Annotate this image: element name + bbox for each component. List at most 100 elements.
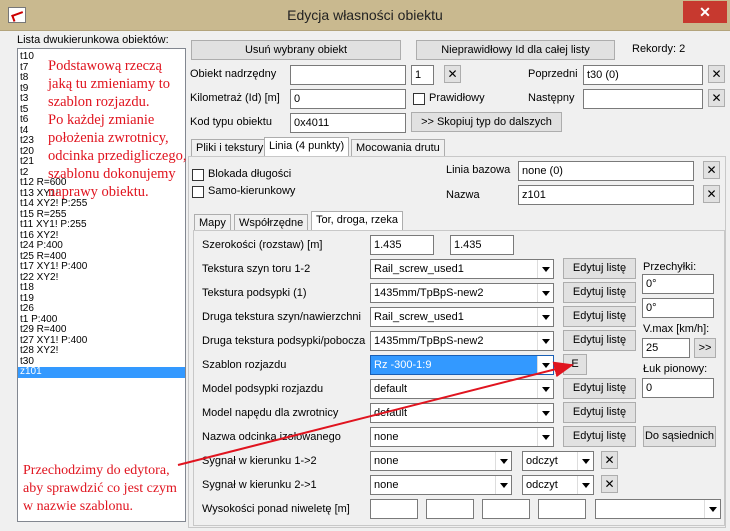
tab-files[interactable]: Pliki i tekstury bbox=[191, 139, 269, 156]
signal-12-select[interactable]: none bbox=[370, 451, 512, 471]
signal-12-read-select[interactable]: odczyt bbox=[522, 451, 594, 471]
parent-label: Obiekt nadrzędny bbox=[190, 68, 277, 80]
parent-input[interactable] bbox=[290, 65, 406, 85]
vmax-label: V.max [km/h]: bbox=[643, 323, 710, 335]
copy-type-button[interactable]: >> Skopiuj typ do dalszych bbox=[411, 112, 562, 132]
signal-12-read-value: odczyt bbox=[526, 455, 558, 467]
height-input-3[interactable] bbox=[482, 499, 530, 519]
chevron-down-icon bbox=[577, 452, 593, 470]
list-item[interactable]: t18 bbox=[18, 282, 185, 294]
rail-texture-value: Rail_screw_used1 bbox=[374, 263, 464, 275]
chevron-down-icon bbox=[537, 308, 553, 326]
edit-list-button-4[interactable]: Edytuj listę bbox=[563, 330, 636, 351]
block-length-checkbox[interactable] bbox=[192, 169, 204, 181]
tab-coords[interactable]: Współrzędne bbox=[234, 214, 309, 231]
switch-drive-model-label: Model napędu dla zwrotnicy bbox=[202, 407, 339, 419]
correct-checkbox[interactable] bbox=[413, 93, 425, 105]
block-length-label: Blokada długości bbox=[208, 168, 292, 180]
type-input[interactable]: 0x4011 bbox=[290, 113, 406, 133]
self-direction-checkbox[interactable] bbox=[192, 186, 204, 198]
tab-wire[interactable]: Mocowania drutu bbox=[351, 139, 445, 156]
ballast-texture-select[interactable]: 1435mm/TpBpS-new2 bbox=[370, 283, 554, 303]
prev-clear-button[interactable]: ✕ bbox=[708, 65, 725, 83]
list-item[interactable]: t19 bbox=[18, 293, 185, 305]
heights-label: Wysokości ponad niweletę [m] bbox=[202, 503, 350, 515]
signal-21-value: none bbox=[374, 479, 399, 491]
edit-list-button-5[interactable]: Edytuj listę bbox=[563, 378, 636, 399]
list-item[interactable]: t11 XY1! P:255 bbox=[18, 219, 185, 231]
records-count: Rekordy: 2 bbox=[632, 43, 686, 55]
edit-list-button-7[interactable]: Edytuj listę bbox=[563, 426, 636, 447]
switch-drive-model-select[interactable]: default bbox=[370, 403, 554, 423]
ballast-texture2-value: 1435mm/TpBpS-new2 bbox=[374, 335, 484, 347]
switch-ballast-model-label: Model podsypki rozjazdu bbox=[202, 383, 324, 395]
list-item[interactable]: z101 bbox=[18, 366, 185, 378]
km-input[interactable]: 0 bbox=[290, 89, 406, 109]
annotation-bottom: Przechodzimy do edytora, aby sprawdzić co… bbox=[23, 462, 177, 516]
close-window-button[interactable]: ✕ bbox=[683, 1, 727, 23]
list-item[interactable]: t28 XY2! bbox=[18, 345, 185, 357]
switch-ballast-model-select[interactable]: default bbox=[370, 379, 554, 399]
tab-line[interactable]: Linia (4 punkty) bbox=[264, 137, 350, 157]
bad-id-button[interactable]: Nieprawidłowy Id dla całej listy bbox=[416, 40, 615, 60]
next-input[interactable] bbox=[583, 89, 703, 109]
tab-maps[interactable]: Mapy bbox=[194, 214, 231, 231]
name-input[interactable]: z101 bbox=[518, 185, 694, 205]
switch-ballast-model-value: default bbox=[374, 383, 408, 395]
signal-21-read-select[interactable]: odczyt bbox=[522, 475, 594, 495]
parent-clear-button[interactable]: ✕ bbox=[444, 65, 461, 83]
tab-track[interactable]: Tor, droga, rzeka bbox=[311, 211, 403, 231]
rail-texture-select[interactable]: Rail_screw_used1 bbox=[370, 259, 554, 279]
annotation-line: Po każdej zmianie bbox=[48, 112, 155, 128]
base-line-label: Linia bazowa bbox=[446, 164, 511, 176]
km-label: Kilometraż (Id) [m] bbox=[190, 92, 280, 104]
prev-label: Poprzedni bbox=[528, 68, 578, 80]
to-neighbors-button[interactable]: Do sąsiednich bbox=[643, 426, 716, 447]
name-clear-button[interactable]: ✕ bbox=[703, 185, 720, 203]
rail-texture2-select[interactable]: Rail_screw_used1 bbox=[370, 307, 554, 327]
base-line-input[interactable]: none (0) bbox=[518, 161, 694, 181]
signal-12-clear-button[interactable]: ✕ bbox=[601, 451, 618, 469]
correct-label: Prawidłowy bbox=[429, 92, 485, 104]
width2-input[interactable]: 1.435 bbox=[450, 235, 514, 255]
tilt1-input[interactable]: 0° bbox=[642, 274, 714, 294]
open-editor-button[interactable]: E bbox=[563, 354, 587, 375]
prev-input[interactable]: t30 (0) bbox=[583, 65, 703, 85]
height-input-2[interactable] bbox=[426, 499, 474, 519]
edit-list-button-2[interactable]: Edytuj listę bbox=[563, 282, 636, 303]
chevron-down-icon bbox=[495, 452, 511, 470]
height-input-1[interactable] bbox=[370, 499, 418, 519]
base-line-clear-button[interactable]: ✕ bbox=[703, 161, 720, 179]
switch-drive-model-value: default bbox=[374, 407, 408, 419]
list-item[interactable]: t29 R=400 bbox=[18, 324, 185, 336]
chevron-down-icon bbox=[704, 500, 720, 518]
list-item[interactable]: t22 XY2! bbox=[18, 272, 185, 284]
vertical-arc-input[interactable]: 0 bbox=[642, 378, 714, 398]
name-label: Nazwa bbox=[446, 189, 480, 201]
tilt2-input[interactable]: 0° bbox=[642, 298, 714, 318]
ballast-texture2-select[interactable]: 1435mm/TpBpS-new2 bbox=[370, 331, 554, 351]
next-clear-button[interactable]: ✕ bbox=[708, 89, 725, 107]
list-item[interactable]: t24 P:400 bbox=[18, 240, 185, 252]
parent-num-input[interactable]: 1 bbox=[411, 65, 434, 85]
signal-21-select[interactable]: none bbox=[370, 475, 512, 495]
vmax-input[interactable]: 25 bbox=[642, 338, 690, 358]
isolated-section-select[interactable]: none bbox=[370, 427, 554, 447]
vmax-apply-button[interactable]: >> bbox=[694, 338, 716, 358]
tilt-label: Przechyłki: bbox=[643, 261, 697, 273]
edit-list-button-1[interactable]: Edytuj listę bbox=[563, 258, 636, 279]
edit-list-button-6[interactable]: Edytuj listę bbox=[563, 402, 636, 423]
rail-texture2-value: Rail_screw_used1 bbox=[374, 311, 464, 323]
switch-template-select[interactable]: Rz -300-1:9 bbox=[370, 355, 554, 375]
signal-12-value: none bbox=[374, 455, 399, 467]
delete-object-button[interactable]: Usuń wybrany obiekt bbox=[191, 40, 401, 60]
list-item[interactable]: t17 XY1! P:400 bbox=[18, 261, 185, 273]
heights-select[interactable] bbox=[595, 499, 721, 519]
height-input-4[interactable] bbox=[538, 499, 586, 519]
width1-input[interactable]: 1.435 bbox=[370, 235, 434, 255]
signal-21-clear-button[interactable]: ✕ bbox=[601, 475, 618, 493]
edit-list-button-3[interactable]: Edytuj listę bbox=[563, 306, 636, 327]
list-item[interactable]: t26 bbox=[18, 303, 185, 315]
self-direction-label: Samo-kierunkowy bbox=[208, 185, 296, 197]
list-item[interactable]: t30 bbox=[18, 356, 185, 368]
